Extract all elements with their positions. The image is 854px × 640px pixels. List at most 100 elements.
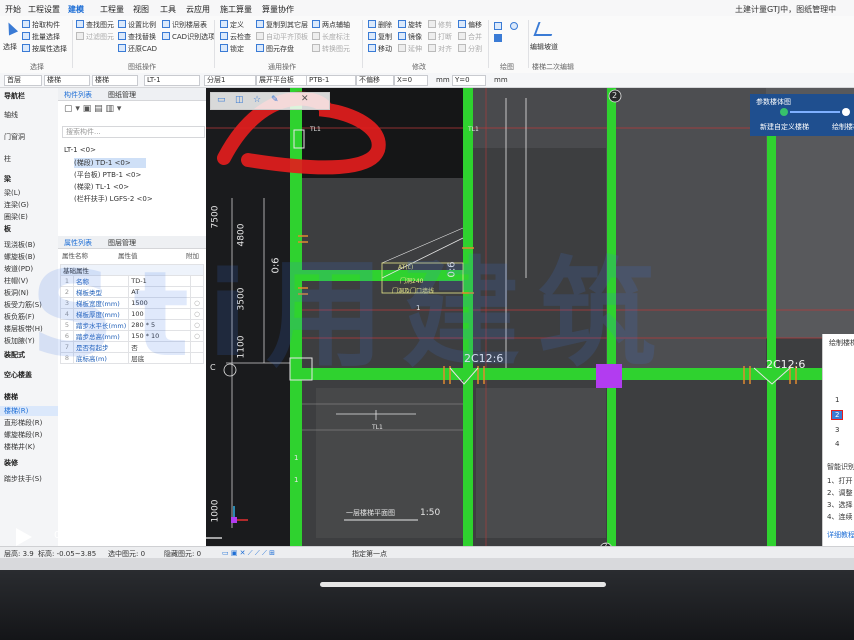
prop-value[interactable]: 否 [128,341,191,353]
lock-button[interactable]: 锁定 [220,44,244,54]
component-select[interactable]: LT-1 [144,75,200,86]
nav-item-beam-l[interactable]: 梁(L) [4,188,20,198]
star-icon[interactable]: ☆ [253,95,261,105]
tree-item[interactable]: (平台板) PTB-1 <0> [74,170,141,180]
nav-item-stairwell[interactable]: 楼梯井(K) [4,442,35,452]
define-button[interactable]: 定义 [220,20,244,30]
play-icon[interactable] [16,528,32,546]
new-component-icon[interactable]: ▢ ▾ ▣ ▤ ▥ ▾ [64,104,121,114]
nav-item-column[interactable]: 柱 [4,154,11,164]
view-icon[interactable]: ▭ [217,95,226,105]
nav-item-beam[interactable]: 梁 [4,174,11,184]
save-element-button[interactable]: 图元存盘 [256,44,294,54]
menu-item-cloud[interactable]: 云应用 [186,4,210,15]
y-input[interactable]: Y=0 [452,75,486,86]
tree-item[interactable]: LT-1 <0> [64,146,96,154]
cad-drawing[interactable] [206,88,854,546]
nav-item-link-beam[interactable]: 连梁(G) [4,200,29,210]
draw-arc-button[interactable] [510,22,520,31]
extend-button[interactable]: 延伸 [398,44,422,54]
break-button[interactable]: 打断 [428,32,452,42]
component-search-input[interactable]: 搜索构件... [62,126,205,138]
prop-value[interactable]: 1500 [128,297,191,309]
nav-item-column-cap[interactable]: 柱帽(V) [4,276,28,286]
close-icon[interactable]: ✕ [301,94,309,104]
find-replace-button[interactable]: 查找替换 [118,32,156,42]
guide-step-1[interactable]: 新建自定义楼梯 [760,122,809,132]
tree-item-selected[interactable]: (梯段) TD-1 <0> [74,158,146,168]
prop-value[interactable]: 150 * 10 [128,330,191,342]
tutorial-link[interactable]: 详细教程 [827,530,854,540]
split-button[interactable]: 分割 [458,44,482,54]
length-dimension-button[interactable]: 长度标注 [312,32,350,42]
copy-button[interactable]: 复制 [368,32,392,42]
nav-item-ring-beam[interactable]: 圈梁(E) [4,212,28,222]
set-scale-button[interactable]: 设置比例 [118,20,156,30]
menu-item-construction[interactable]: 施工算量 [220,4,252,15]
auto-align-slab-button[interactable]: 自动平齐顶板 [256,32,308,42]
nav-item-slab-hole[interactable]: 板洞(N) [4,288,29,298]
select-button[interactable] [3,20,19,36]
expand-slab-toggle[interactable]: 展开平台板 [256,75,308,86]
nav-item-decoration[interactable]: 装修 [4,458,18,468]
draw-line-button[interactable] [494,34,504,43]
prop-value[interactable]: 100 [128,308,191,320]
tab-layer-manage[interactable]: 图层管理 [108,238,136,248]
nav-item-prefab[interactable]: 装配式 [4,350,25,360]
nav-item-slab-haunch[interactable]: 板加腋(Y) [4,336,35,346]
menu-item-collab[interactable]: 算量协作 [262,4,294,15]
find-element-button[interactable]: 查找图元 [76,20,114,30]
slab-select[interactable]: PTB-1 [306,75,356,86]
menu-item-modeling[interactable]: 建模 [68,4,84,15]
prop-value[interactable]: 层底 [128,352,191,364]
nav-item-stair-r[interactable]: 楼梯(R) [0,406,58,416]
two-point-axis-button[interactable]: 两点辅轴 [312,20,350,30]
menu-item-project-settings[interactable]: 工程设置 [28,4,60,15]
panel-step-1[interactable]: 1 [835,396,839,404]
merge-button[interactable]: 合并 [458,32,482,42]
offset-button[interactable]: 偏移 [458,20,482,30]
layer-select[interactable]: 分层1 [204,75,256,86]
video-scrubber[interactable] [152,532,163,543]
pick-component-button[interactable]: 拾取构件 [22,20,60,30]
edit-ramp-button[interactable] [533,22,557,38]
nav-item-slab-rebar[interactable]: 板受力筋(S) [4,300,42,310]
menu-item-view[interactable]: 视图 [133,4,149,15]
menu-item-tools[interactable]: 工具 [160,4,176,15]
offset-select[interactable]: 不偏移 [356,75,394,86]
tab-component-list[interactable]: 构件列表 [64,90,92,100]
panel-step-4[interactable]: 4 [835,440,839,448]
nav-item-axis[interactable]: 轴线 [4,110,18,120]
restore-cad-button[interactable]: 还原CAD [118,44,157,54]
rotate-button[interactable]: 旋转 [398,20,422,30]
convert-element-button[interactable]: 转换图元 [312,44,350,54]
move-button[interactable]: 移动 [368,44,392,54]
prop-value[interactable]: TD-1 [128,275,191,287]
tab-drawing-manage[interactable]: 图纸管理 [108,90,136,100]
draw-point-button[interactable] [494,22,504,31]
cloud-check-button[interactable]: 云检查 [220,32,251,42]
nav-item-slab-band[interactable]: 楼层板带(H) [4,324,43,334]
nav-item-slab-neg-rebar[interactable]: 板负筋(F) [4,312,35,322]
menu-item-quantities[interactable]: 工程量 [100,4,124,15]
x-input[interactable]: X=0 [394,75,428,86]
nav-item-door-window[interactable]: 门窗洞 [4,132,25,142]
cad-options-button[interactable]: CAD识别选项 [162,32,215,42]
pen-icon[interactable]: ✎ [271,95,279,105]
nav-item-spiral-slab[interactable]: 螺旋板(B) [4,252,35,262]
nav-item-ramp[interactable]: 坡道(PD) [4,264,33,274]
copy-to-floor-button[interactable]: 复制到其它层 [256,20,308,30]
prop-value[interactable]: AT [128,286,191,298]
tree-item[interactable]: (梯梁) TL-1 <0> [74,182,129,192]
align-button[interactable]: 对齐 [428,44,452,54]
tree-item[interactable]: (栏杆扶手) LGFS-2 <0> [74,194,153,204]
batch-select-button[interactable]: 批量选择 [22,32,60,42]
nav-item-hollow-floor[interactable]: 空心楼盖 [4,370,32,380]
nav-item-spiral-flight[interactable]: 螺旋梯段(R) [4,430,42,440]
mirror-button[interactable]: 镜像 [398,32,422,42]
nav-item-stair[interactable]: 楼梯 [4,392,18,402]
nav-item-cast-slab[interactable]: 现浇板(B) [4,240,35,250]
type-select[interactable]: 楼梯 [92,75,138,86]
select-by-property-button[interactable]: 按属性选择 [22,44,67,54]
nav-item-railing[interactable]: 踏步扶手(S) [4,474,42,484]
